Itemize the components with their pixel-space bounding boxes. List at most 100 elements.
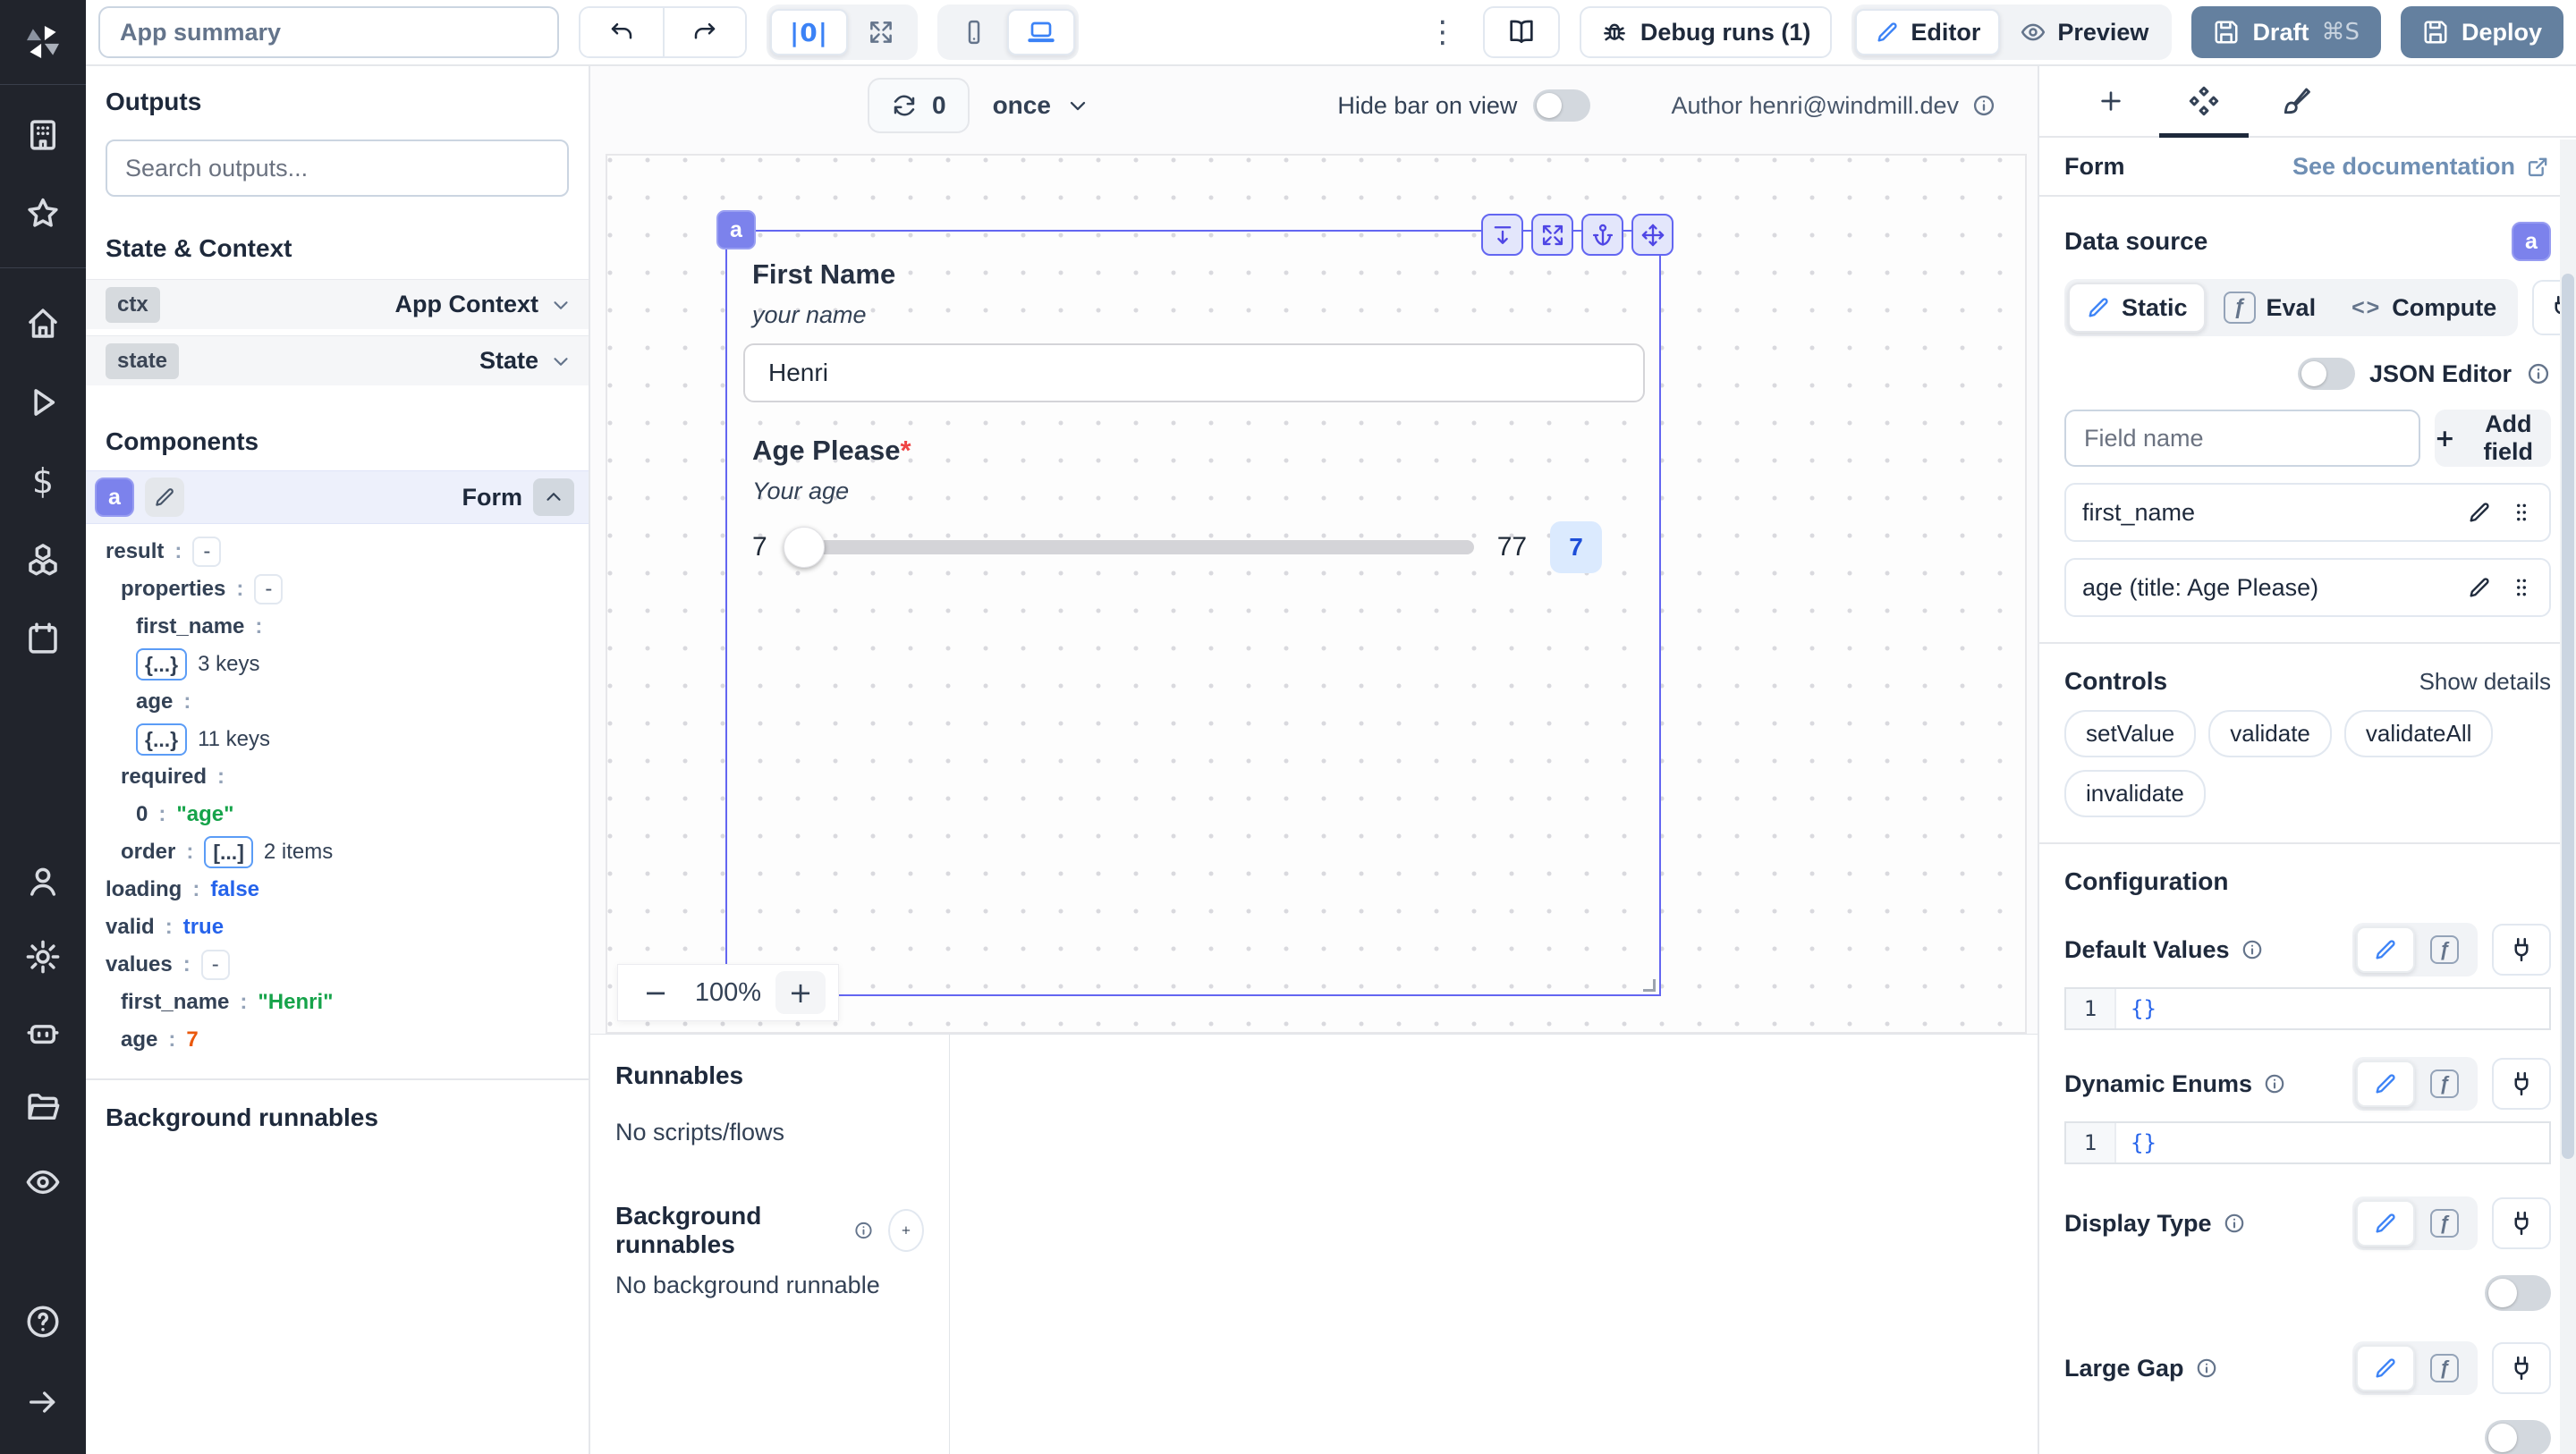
field-item[interactable]: age (title: Age Please): [2064, 558, 2551, 617]
sidebar-item-help[interactable]: [16, 1295, 70, 1348]
redo-button[interactable]: [663, 8, 745, 56]
connect-input-button[interactable]: [2492, 924, 2551, 976]
tree-collapse-toggle[interactable]: -: [192, 537, 222, 567]
sidebar-item-favorites[interactable]: [16, 187, 70, 241]
sidebar-item-expand[interactable]: [16, 1375, 70, 1429]
tree-expand-toggle[interactable]: {...}: [136, 723, 188, 756]
slider-thumb[interactable]: [783, 527, 825, 568]
eval-edit-button[interactable]: ƒ: [2415, 926, 2474, 973]
deploy-button[interactable]: Deploy: [2400, 6, 2563, 58]
connect-input-button[interactable]: [2492, 1058, 2551, 1110]
sidebar-item-home[interactable]: [16, 297, 70, 351]
editor-tab[interactable]: Editor: [1855, 9, 2001, 55]
field-item[interactable]: first_name: [2064, 483, 2551, 542]
static-edit-button[interactable]: [2356, 1200, 2415, 1247]
connect-input-button[interactable]: [2492, 1197, 2551, 1249]
eval-edit-button[interactable]: ƒ: [2415, 1061, 2474, 1107]
zoom-in-button[interactable]: +: [775, 971, 826, 1014]
control-pill[interactable]: validateAll: [2343, 710, 2494, 757]
debug-runs-button[interactable]: Debug runs (1): [1579, 6, 1833, 58]
sidebar-item-runs[interactable]: [16, 376, 70, 429]
json-editor-toggle[interactable]: [2297, 358, 2355, 390]
panel-scrollbar[interactable]: [2560, 139, 2576, 1454]
zoom-out-button[interactable]: −: [631, 971, 681, 1014]
drag-handle-icon[interactable]: [2510, 576, 2533, 599]
sidebar-item-settings[interactable]: [16, 930, 70, 984]
control-pill[interactable]: invalidate: [2064, 770, 2206, 817]
mobile-view-button[interactable]: [941, 9, 1007, 55]
first-name-input[interactable]: [743, 343, 1645, 402]
display-type-toggle[interactable]: [2485, 1275, 2551, 1311]
refresh-button[interactable]: 0: [868, 78, 970, 133]
search-outputs-input[interactable]: [106, 139, 569, 197]
control-pill[interactable]: validate: [2208, 710, 2332, 757]
dynamic-enums-editor[interactable]: 1 {}: [2064, 1121, 2551, 1164]
sidebar-item-workspace[interactable]: [16, 108, 70, 162]
field-name-input[interactable]: [2064, 410, 2420, 467]
state-row[interactable]: state State: [86, 335, 589, 385]
see-documentation-link[interactable]: See documentation: [2292, 153, 2551, 181]
show-details-link[interactable]: Show details: [2419, 668, 2551, 696]
static-edit-button[interactable]: [2356, 1345, 2415, 1391]
large-gap-toggle[interactable]: [2485, 1420, 2551, 1454]
connect-input-button[interactable]: [2492, 1342, 2551, 1394]
ctx-row[interactable]: ctx App Context: [86, 279, 589, 329]
tab-styling[interactable]: [2250, 66, 2343, 136]
age-slider[interactable]: [783, 527, 1474, 568]
sidebar-item-resources[interactable]: [16, 533, 70, 587]
pencil-icon[interactable]: [2467, 575, 2492, 600]
sidebar-item-audit[interactable]: [16, 1155, 70, 1209]
rename-component-button[interactable]: [145, 478, 184, 517]
tab-component-settings[interactable]: [2157, 66, 2250, 138]
expand-component-button[interactable]: [1531, 214, 1573, 256]
add-field-button[interactable]: + Add field: [2435, 410, 2551, 467]
slider-track[interactable]: [790, 540, 1474, 554]
preview-tab[interactable]: Preview: [2000, 9, 2168, 55]
sidebar-item-users[interactable]: [16, 855, 70, 909]
sidebar-item-variables[interactable]: $: [16, 454, 70, 508]
static-mode-button[interactable]: Static: [2068, 283, 2206, 333]
bounded-layout-button[interactable]: |0|: [770, 9, 848, 55]
static-edit-button[interactable]: [2356, 926, 2415, 973]
scrollbar-thumb[interactable]: [2562, 274, 2574, 1159]
tree-expand-toggle[interactable]: [...]: [204, 836, 253, 868]
fill-height-button[interactable]: [1481, 214, 1523, 256]
sidebar-item-workers[interactable]: [16, 1005, 70, 1059]
app-summary-input[interactable]: [98, 6, 559, 58]
eval-edit-button[interactable]: ƒ: [2415, 1345, 2474, 1391]
sidebar-item-schedules[interactable]: [16, 612, 70, 665]
more-menu-button[interactable]: ⋮: [1422, 14, 1463, 50]
full-width-layout-button[interactable]: [848, 9, 914, 55]
draft-button[interactable]: Draft ⌘S: [2191, 6, 2381, 58]
undo-button[interactable]: [580, 8, 663, 56]
tree-collapse-toggle[interactable]: -: [200, 950, 230, 980]
anchor-component-button[interactable]: [1581, 214, 1623, 256]
app-canvas-page[interactable]: a First Name your name Henri Age Please*…: [606, 154, 2027, 1034]
default-values-editor[interactable]: 1 {}: [2064, 987, 2551, 1030]
selected-form-component[interactable]: a First Name your name Henri Age Please*…: [716, 210, 1674, 996]
control-pill[interactable]: setValue: [2064, 710, 2197, 757]
static-edit-button[interactable]: [2356, 1061, 2415, 1107]
resize-handle[interactable]: [1643, 979, 1656, 992]
tree-expand-toggle[interactable]: {...}: [136, 648, 188, 681]
drag-handle-icon[interactable]: [2510, 501, 2533, 524]
compute-mode-button[interactable]: <> Compute: [2334, 283, 2514, 333]
eval-edit-button[interactable]: ƒ: [2415, 1200, 2474, 1247]
tree-note: 2 items: [263, 840, 334, 864]
add-background-runnable-button[interactable]: +: [887, 1209, 924, 1252]
collapse-component-button[interactable]: [533, 478, 574, 516]
sidebar-item-folders[interactable]: [16, 1080, 70, 1134]
run-mode-dropdown[interactable]: once: [993, 91, 1090, 120]
pencil-icon[interactable]: [2467, 500, 2492, 525]
divider: [86, 1078, 589, 1080]
tab-insert-component[interactable]: [2064, 66, 2157, 136]
move-component-button[interactable]: [1631, 214, 1674, 256]
hide-bar-toggle[interactable]: [1533, 89, 1591, 122]
windmill-logo[interactable]: [0, 0, 86, 84]
docs-button[interactable]: [1482, 6, 1560, 58]
component-row-form[interactable]: a Form: [86, 470, 589, 524]
desktop-view-button[interactable]: [1006, 9, 1075, 55]
eval-mode-button[interactable]: ƒ Eval: [2206, 283, 2334, 333]
tree-value: "Henri": [258, 990, 334, 1014]
tree-collapse-toggle[interactable]: -: [254, 574, 284, 604]
